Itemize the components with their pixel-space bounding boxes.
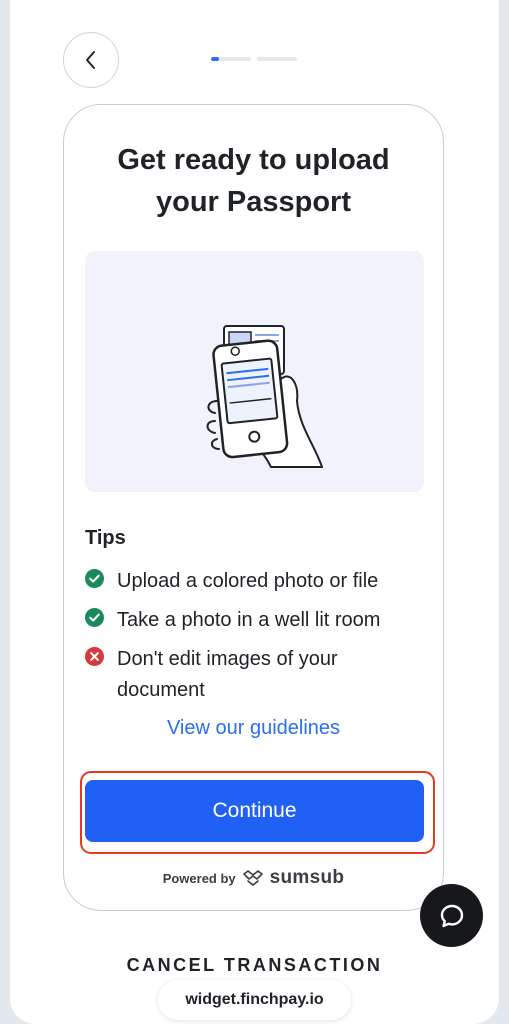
tip-item: Take a photo in a well lit room — [85, 605, 407, 636]
continue-label: Continue — [212, 799, 297, 822]
tip-text: Take a photo in a well lit room — [117, 609, 381, 631]
check-circle-icon — [85, 608, 104, 627]
tips-heading: Tips — [85, 527, 126, 549]
url-bar[interactable]: widget.finchpay.io — [158, 980, 351, 1020]
domain-text: widget.finchpay.io — [185, 991, 324, 1008]
step-progress — [211, 57, 297, 61]
continue-button[interactable]: Continue — [85, 780, 424, 842]
tip-text: Don't edit images of your document — [117, 648, 338, 701]
tip-item: Don't edit images of your document — [85, 644, 407, 706]
sumsub-logo-icon — [242, 870, 263, 886]
chat-bubble-icon — [440, 904, 463, 927]
view-guidelines-link[interactable]: View our guidelines — [64, 717, 443, 740]
chevron-left-icon — [86, 51, 95, 69]
passport-illustration — [85, 251, 424, 492]
powered-by-footer: Powered by sumsub — [64, 867, 443, 889]
upload-card: Get ready to upload your Passport Tips U… — [63, 104, 444, 911]
cancel-transaction-link[interactable]: CANCEL TRANSACTION — [0, 955, 509, 976]
progress-segment-2 — [257, 57, 297, 61]
x-circle-icon — [85, 647, 104, 666]
progress-segment-1 — [211, 57, 251, 61]
tip-text: Upload a colored photo or file — [117, 570, 379, 592]
chat-button[interactable] — [420, 884, 483, 947]
progress-fill — [211, 57, 219, 61]
hand-phone-icon — [206, 325, 323, 468]
back-button[interactable] — [63, 32, 119, 88]
powered-by-label: Powered by — [162, 870, 236, 886]
tip-item: Upload a colored photo or file — [85, 566, 407, 597]
page-title: Get ready to upload your Passport — [117, 144, 390, 218]
check-circle-icon — [85, 569, 104, 588]
sumsub-brand: sumsub — [269, 867, 345, 888]
